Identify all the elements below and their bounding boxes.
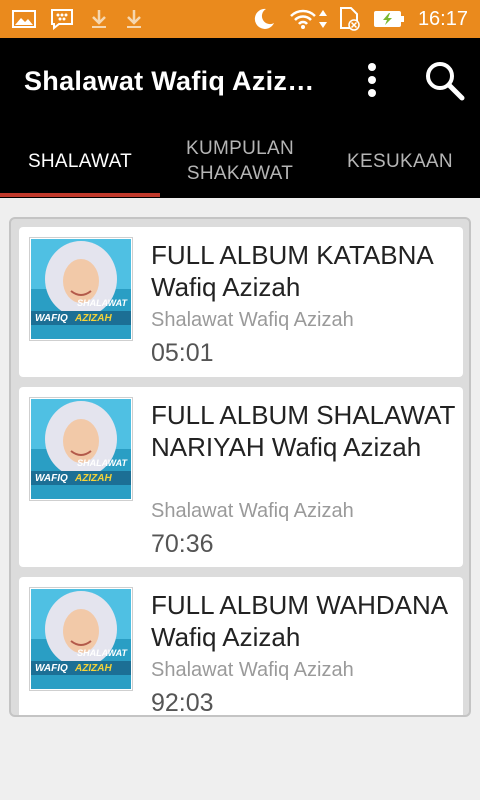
gallery-icon [12, 7, 36, 31]
song-duration: 92:03 [151, 689, 214, 717]
moon-icon [252, 7, 276, 31]
song-title: FULL ALBUM SHALAWAT NARIYAH Wafiq Azizah [151, 400, 455, 462]
svg-text:SHALAWAT: SHALAWAT [77, 648, 128, 658]
search-button[interactable] [420, 56, 468, 104]
sim-blocked-icon [337, 7, 361, 31]
overflow-menu-button[interactable] [356, 56, 388, 104]
active-tab-indicator [0, 193, 160, 197]
album-thumbnail: SHALAWAT WAFIQ AZIZAH [29, 587, 133, 691]
svg-text:AZIZAH: AZIZAH [74, 473, 112, 484]
download-icon [122, 7, 146, 31]
tab-kumpulan-shakawat[interactable]: KUMPULAN SHAKAWAT [160, 124, 320, 198]
battery-charging-icon [372, 7, 406, 31]
list-item[interactable]: SHALAWAT WAFIQ AZIZAH FULL ALBUM KATABNA… [19, 227, 463, 377]
list-item[interactable]: SHALAWAT WAFIQ AZIZAH FULL ALBUM WAHDANA… [19, 577, 463, 717]
data-arrows-icon [316, 7, 330, 31]
more-vert-icon [368, 63, 376, 97]
svg-text:WAFIQ: WAFIQ [35, 473, 68, 484]
bbm-icon [50, 7, 74, 31]
status-time: 16:17 [417, 8, 468, 30]
svg-text:WAFIQ: WAFIQ [35, 663, 68, 674]
app-title: Shalawat Wafiq Aziz… [24, 66, 315, 96]
list-item[interactable]: SHALAWAT WAFIQ AZIZAH FULL ALBUM SHALAWA… [19, 387, 463, 567]
tab-shalawat[interactable]: SHALAWAT [0, 124, 160, 198]
song-list[interactable]: SHALAWAT WAFIQ AZIZAH FULL ALBUM KATABNA… [9, 217, 471, 717]
tab-kesukaan[interactable]: KESUKAAN [320, 124, 480, 198]
svg-text:SHALAWAT: SHALAWAT [77, 298, 128, 308]
album-thumbnail: SHALAWAT WAFIQ AZIZAH [29, 397, 133, 501]
song-artist: Shalawat Wafiq Azizah [151, 309, 354, 331]
svg-text:AZIZAH: AZIZAH [74, 663, 112, 674]
tab-bar: SHALAWAT KUMPULAN SHAKAWAT KESUKAAN [0, 124, 480, 198]
status-bar: 16:17 [0, 0, 480, 38]
song-title: FULL ALBUM WAHDANA Wafiq Azizah [151, 590, 447, 652]
album-thumbnail: SHALAWAT WAFIQ AZIZAH [29, 237, 133, 341]
song-duration: 05:01 [151, 339, 214, 367]
song-artist: Shalawat Wafiq Azizah [151, 500, 354, 522]
search-icon [426, 62, 465, 101]
app-bar: Shalawat Wafiq Aziz… [0, 38, 480, 124]
song-duration: 70:36 [151, 530, 214, 558]
svg-text:AZIZAH: AZIZAH [74, 313, 112, 324]
svg-text:WAFIQ: WAFIQ [35, 313, 68, 324]
svg-text:SHALAWAT: SHALAWAT [77, 458, 128, 468]
song-artist: Shalawat Wafiq Azizah [151, 659, 354, 681]
download-icon [87, 7, 111, 31]
song-title: FULL ALBUM KATABNA Wafiq Azizah [151, 240, 433, 302]
wifi-icon [288, 7, 318, 31]
